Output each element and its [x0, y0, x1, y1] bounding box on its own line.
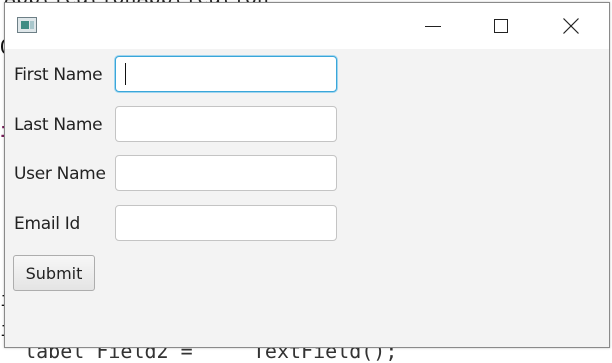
- last-name-field[interactable]: [115, 106, 337, 142]
- first-name-field[interactable]: [115, 56, 337, 92]
- email-id-field[interactable]: [115, 205, 337, 241]
- email-id-label: Email Id: [14, 214, 80, 234]
- submit-button[interactable]: Submit: [13, 255, 95, 291]
- close-icon: [563, 18, 579, 34]
- minimize-icon: [425, 25, 441, 27]
- close-button[interactable]: [537, 3, 605, 49]
- last-name-label: Last Name: [14, 115, 103, 135]
- text-caret: [125, 63, 126, 85]
- maximize-button[interactable]: [467, 3, 535, 49]
- minimize-button[interactable]: [399, 3, 467, 49]
- maximize-icon: [494, 19, 508, 33]
- user-name-field[interactable]: [115, 155, 337, 191]
- first-name-label: First Name: [14, 65, 103, 85]
- user-name-label: User Name: [14, 164, 106, 184]
- app-window: First Name Last Name User Name Email Id …: [4, 2, 610, 348]
- app-window-icon[interactable]: [17, 17, 37, 33]
- title-bar[interactable]: [5, 3, 609, 49]
